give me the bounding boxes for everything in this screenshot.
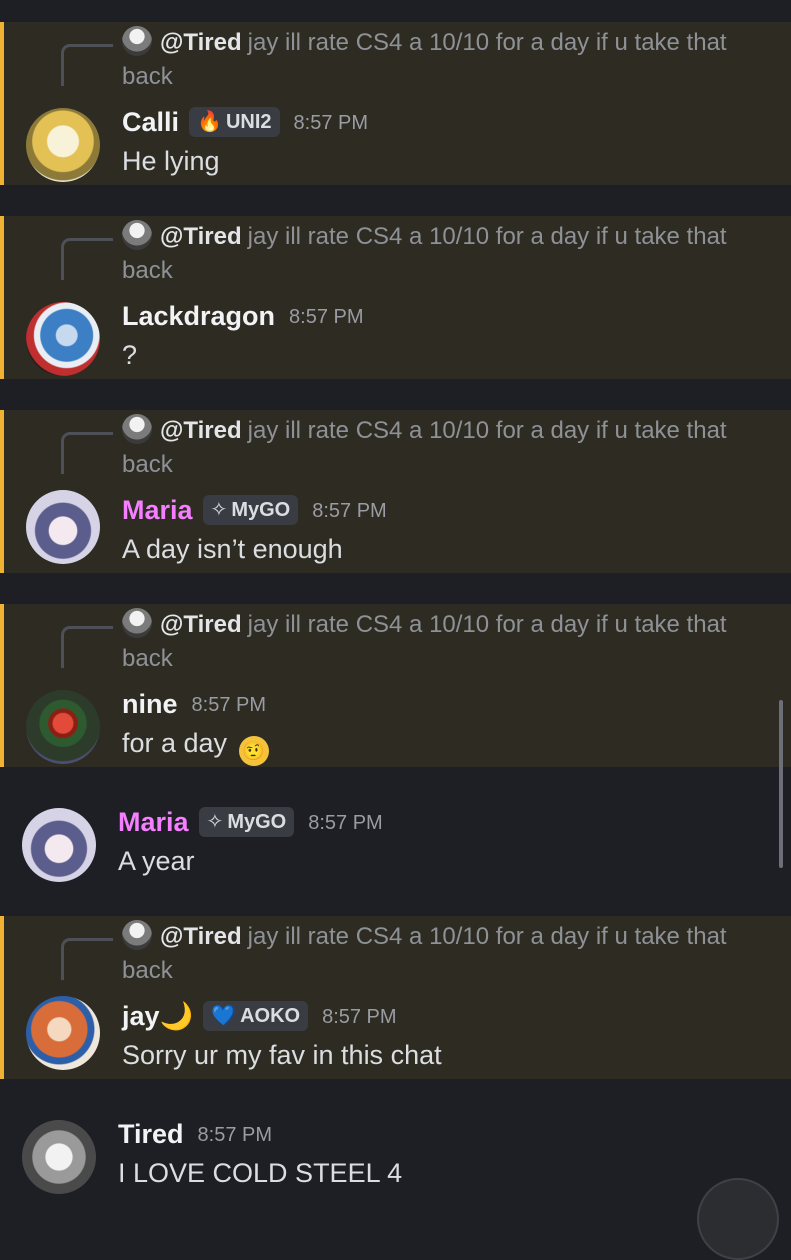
username[interactable]: Tired <box>118 1119 184 1149</box>
reply-username[interactable]: @Tired <box>160 29 242 56</box>
message-header: Lackdragon 8:57 PM <box>122 298 364 335</box>
message-header: Maria ✧ MyGO 8:57 PM <box>118 804 383 841</box>
avatar[interactable] <box>22 808 96 882</box>
message-maria-2[interactable]: Maria ✧ MyGO 8:57 PM A year <box>0 790 791 900</box>
timestamp: 8:57 PM <box>197 1124 273 1146</box>
tag-label: UNI2 <box>225 111 272 133</box>
avatar[interactable] <box>26 490 100 564</box>
avatar[interactable] <box>122 414 152 444</box>
timestamp: 8:57 PM <box>312 500 387 522</box>
tag-label: AOKO <box>240 1005 301 1027</box>
tag-label: MyGO <box>227 811 287 833</box>
reply-username[interactable]: @Tired <box>160 611 242 638</box>
moon-icon: 🌙 <box>159 1001 194 1031</box>
server-tag[interactable]: ✧ MyGO <box>198 807 295 837</box>
reply-preview[interactable]: @Tired jay ill rate CS4 a 10/10 for a day… <box>122 608 762 676</box>
message-text: ? <box>122 340 138 370</box>
message-header: Calli 🔥 UNI2 8:57 PM <box>122 104 368 141</box>
timestamp: 8:57 PM <box>191 694 266 716</box>
message-header: Tired 8:57 PM <box>118 1116 272 1153</box>
avatar[interactable] <box>22 1120 96 1194</box>
reply-connector <box>61 238 113 280</box>
avatar[interactable] <box>26 996 100 1070</box>
reply-preview[interactable]: @Tired jay ill rate CS4 a 10/10 for a day… <box>122 414 762 482</box>
avatar[interactable] <box>26 108 100 182</box>
message-text: for a day 🤨 <box>122 724 269 766</box>
message-text: I LOVE COLD STEEL 4 <box>118 1158 403 1188</box>
message-nine[interactable]: @Tired jay ill rate CS4 a 10/10 for a day… <box>0 604 791 767</box>
avatar[interactable] <box>122 26 152 56</box>
reply-username[interactable]: @Tired <box>160 223 242 250</box>
diamond-icon: ✧ <box>206 811 224 833</box>
message-text: A day isn’t enough <box>122 534 343 564</box>
username[interactable]: Calli <box>122 107 179 137</box>
avatar[interactable] <box>26 690 100 764</box>
avatar[interactable] <box>26 302 100 376</box>
reply-connector <box>61 432 113 474</box>
message-header: nine 8:57 PM <box>122 686 266 723</box>
message-text: A year <box>118 846 195 876</box>
server-tag[interactable]: ✧ MyGO <box>202 495 299 525</box>
reply-connector <box>61 938 113 980</box>
username[interactable]: Maria <box>118 807 189 837</box>
server-tag[interactable]: 🔥 UNI2 <box>189 107 280 137</box>
reply-preview[interactable]: @Tired jay ill rate CS4 a 10/10 for a day… <box>122 26 762 94</box>
raised-eyebrow-emoji-icon[interactable]: 🤨 <box>238 736 269 766</box>
reply-connector <box>61 626 113 668</box>
message-header: Maria ✧ MyGO 8:57 PM <box>122 492 387 529</box>
timestamp: 8:57 PM <box>289 306 364 328</box>
jump-to-bottom-button[interactable] <box>697 1178 779 1260</box>
message-lackdragon[interactable]: @Tired jay ill rate CS4 a 10/10 for a day… <box>0 216 791 379</box>
heart-icon: 💙 <box>211 1005 237 1027</box>
tag-label: MyGO <box>231 499 291 521</box>
message-jay[interactable]: @Tired jay ill rate CS4 a 10/10 for a day… <box>0 916 791 1079</box>
message-maria[interactable]: @Tired jay ill rate CS4 a 10/10 for a day… <box>0 410 791 573</box>
username[interactable]: Maria <box>122 495 193 525</box>
message-header: jay🌙 💙 AOKO 8:57 PM <box>122 998 397 1035</box>
reply-connector <box>61 44 113 86</box>
reply-username[interactable]: @Tired <box>160 417 242 444</box>
avatar[interactable] <box>122 920 152 950</box>
message-calli[interactable]: @Tired jay ill rate CS4 a 10/10 for a day… <box>0 22 791 185</box>
message-tired[interactable]: Tired 8:57 PM I LOVE COLD STEEL 4 <box>0 1102 791 1200</box>
message-text-content: for a day <box>122 728 228 758</box>
reply-preview[interactable]: @Tired jay ill rate CS4 a 10/10 for a day… <box>122 220 762 288</box>
message-text: He lying <box>122 146 220 176</box>
username[interactable]: Lackdragon <box>122 301 275 331</box>
server-tag[interactable]: 💙 AOKO <box>203 1001 309 1031</box>
timestamp: 8:57 PM <box>308 812 383 834</box>
fire-icon: 🔥 <box>197 111 222 133</box>
reply-username[interactable]: @Tired <box>160 923 242 950</box>
scrollbar[interactable] <box>779 700 783 868</box>
diamond-icon: ✧ <box>210 499 228 521</box>
avatar[interactable] <box>122 220 152 250</box>
message-text: Sorry ur my fav in this chat <box>122 1040 442 1070</box>
username[interactable]: nine <box>122 689 178 719</box>
reply-preview[interactable]: @Tired jay ill rate CS4 a 10/10 for a day… <box>122 920 762 988</box>
avatar[interactable] <box>122 608 152 638</box>
timestamp: 8:57 PM <box>322 1006 397 1028</box>
timestamp: 8:57 PM <box>293 112 368 134</box>
username[interactable]: jay <box>122 1001 160 1031</box>
